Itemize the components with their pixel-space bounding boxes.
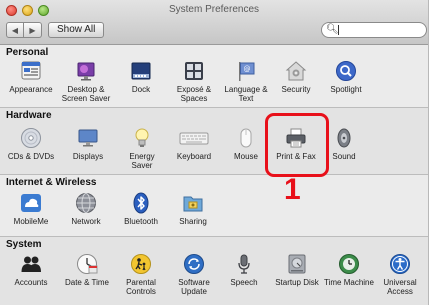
pane-label: CDs & DVDs xyxy=(7,152,55,161)
pane-time-machine[interactable]: Time Machine xyxy=(321,253,377,287)
pane-language-text[interactable]: @ Language & Text xyxy=(218,60,274,103)
pane-date-time[interactable]: Date & Time xyxy=(59,253,115,287)
pane-label: Software Update xyxy=(178,278,210,296)
appearance-icon xyxy=(20,60,42,82)
navigation-buttons: ◀ ▶ xyxy=(6,22,42,38)
svg-text:@: @ xyxy=(244,65,251,73)
pane-label: Energy Saver xyxy=(129,152,155,170)
microphone-icon xyxy=(233,253,255,275)
pane-label: Parental Controls xyxy=(126,278,156,296)
pane-mobileme[interactable]: MobileMe xyxy=(3,192,59,226)
section-internet-wireless: Internet & Wireless MobileMe Network Blu… xyxy=(0,175,428,236)
pane-label: Universal Access xyxy=(383,278,417,296)
pane-energy-saver[interactable]: Energy Saver xyxy=(114,127,170,170)
pane-label: Appearance xyxy=(9,85,53,94)
pane-security[interactable]: Security xyxy=(268,60,324,94)
section-title-internet-wireless: Internet & Wireless xyxy=(6,177,97,188)
hard-disk-icon xyxy=(286,253,308,275)
time-machine-icon xyxy=(338,253,360,275)
globe-icon xyxy=(75,192,97,214)
pane-software-update[interactable]: Software Update xyxy=(166,253,222,296)
pane-label: Exposé & Spaces xyxy=(176,85,212,103)
display-icon xyxy=(77,127,99,149)
pane-parental-controls[interactable]: Parental Controls xyxy=(113,253,169,296)
system-preferences-window: System Preferences ◀ ▶ Show All 🔍︎ Perso… xyxy=(0,0,429,305)
bluetooth-icon xyxy=(130,192,152,214)
house-lock-icon xyxy=(285,60,307,82)
pane-label: Desktop & Screen Saver xyxy=(61,85,111,103)
pane-cds-dvds[interactable]: CDs & DVDs xyxy=(3,127,59,161)
pane-label: Spotlight xyxy=(330,85,362,94)
keyboard-icon xyxy=(179,127,209,149)
section-title-system: System xyxy=(6,239,42,250)
pane-accounts[interactable]: Accounts xyxy=(3,253,59,287)
back-button[interactable]: ◀ xyxy=(6,22,24,38)
pane-label: Speech xyxy=(230,278,258,287)
pane-desktop-screen-saver[interactable]: Desktop & Screen Saver xyxy=(58,60,114,103)
pane-label: Time Machine xyxy=(324,278,374,287)
section-title-hardware: Hardware xyxy=(6,110,52,121)
cloud-icon xyxy=(20,192,42,214)
pane-label: Network xyxy=(71,217,101,226)
folder-sharing-icon xyxy=(182,192,204,214)
pane-spotlight[interactable]: Spotlight xyxy=(318,60,374,94)
disc-icon xyxy=(20,127,42,149)
pane-sharing[interactable]: Sharing xyxy=(165,192,221,226)
pane-label: Sharing xyxy=(179,217,207,226)
pane-startup-disk[interactable]: Startup Disk xyxy=(269,253,325,287)
pane-label: Displays xyxy=(72,152,104,161)
speaker-icon xyxy=(333,127,355,149)
desktop-screen-saver-icon xyxy=(75,60,97,82)
pane-label: Dock xyxy=(131,85,151,94)
step-number: 1 xyxy=(284,173,301,206)
pane-label: MobileMe xyxy=(13,217,49,226)
pane-label: Startup Disk xyxy=(275,278,319,287)
pane-network[interactable]: Network xyxy=(58,192,114,226)
section-hardware: Hardware CDs & DVDs Displays Energy Save… xyxy=(0,108,428,174)
accounts-icon xyxy=(20,253,42,275)
show-all-button[interactable]: Show All xyxy=(48,22,105,38)
pane-keyboard[interactable]: Keyboard xyxy=(166,127,222,161)
pane-bluetooth[interactable]: Bluetooth xyxy=(113,192,169,226)
window-title: System Preferences xyxy=(168,4,260,15)
clock-icon xyxy=(76,253,98,275)
title-bar: System Preferences ◀ ▶ Show All 🔍︎ xyxy=(0,0,428,45)
pane-label: Date & Time xyxy=(64,278,109,287)
pane-appearance[interactable]: Appearance xyxy=(3,60,59,94)
spotlight-icon xyxy=(335,60,357,82)
expose-spaces-icon xyxy=(183,60,205,82)
pane-label: Security xyxy=(281,85,311,94)
pane-label: Language & Text xyxy=(224,85,268,103)
section-personal: Personal Appearance Desktop & Screen Sav… xyxy=(0,45,428,107)
search-icon: 🔍︎ xyxy=(326,24,339,35)
pane-label: Accounts xyxy=(14,278,48,287)
pane-label: Bluetooth xyxy=(124,217,158,226)
pane-speech[interactable]: Speech xyxy=(216,253,272,287)
pane-expose-spaces[interactable]: Exposé & Spaces xyxy=(166,60,222,103)
search-field[interactable]: 🔍︎ xyxy=(321,22,427,38)
software-update-icon xyxy=(183,253,205,275)
text-cursor xyxy=(338,25,339,35)
forward-button[interactable]: ▶ xyxy=(24,22,42,38)
pane-displays[interactable]: Displays xyxy=(60,127,116,161)
universal-access-icon xyxy=(389,253,411,275)
parental-controls-icon xyxy=(130,253,152,275)
flag-icon: @ xyxy=(235,60,257,82)
section-system: System Accounts Date & Time Parental Con… xyxy=(0,237,428,305)
dock-icon xyxy=(130,60,152,82)
section-title-personal: Personal xyxy=(6,47,49,58)
mouse-icon xyxy=(235,127,257,149)
pane-universal-access[interactable]: Universal Access xyxy=(372,253,428,296)
pane-label: Keyboard xyxy=(176,152,212,161)
pane-dock[interactable]: Dock xyxy=(113,60,169,94)
highlight-box xyxy=(265,113,329,177)
lightbulb-icon xyxy=(131,127,153,149)
